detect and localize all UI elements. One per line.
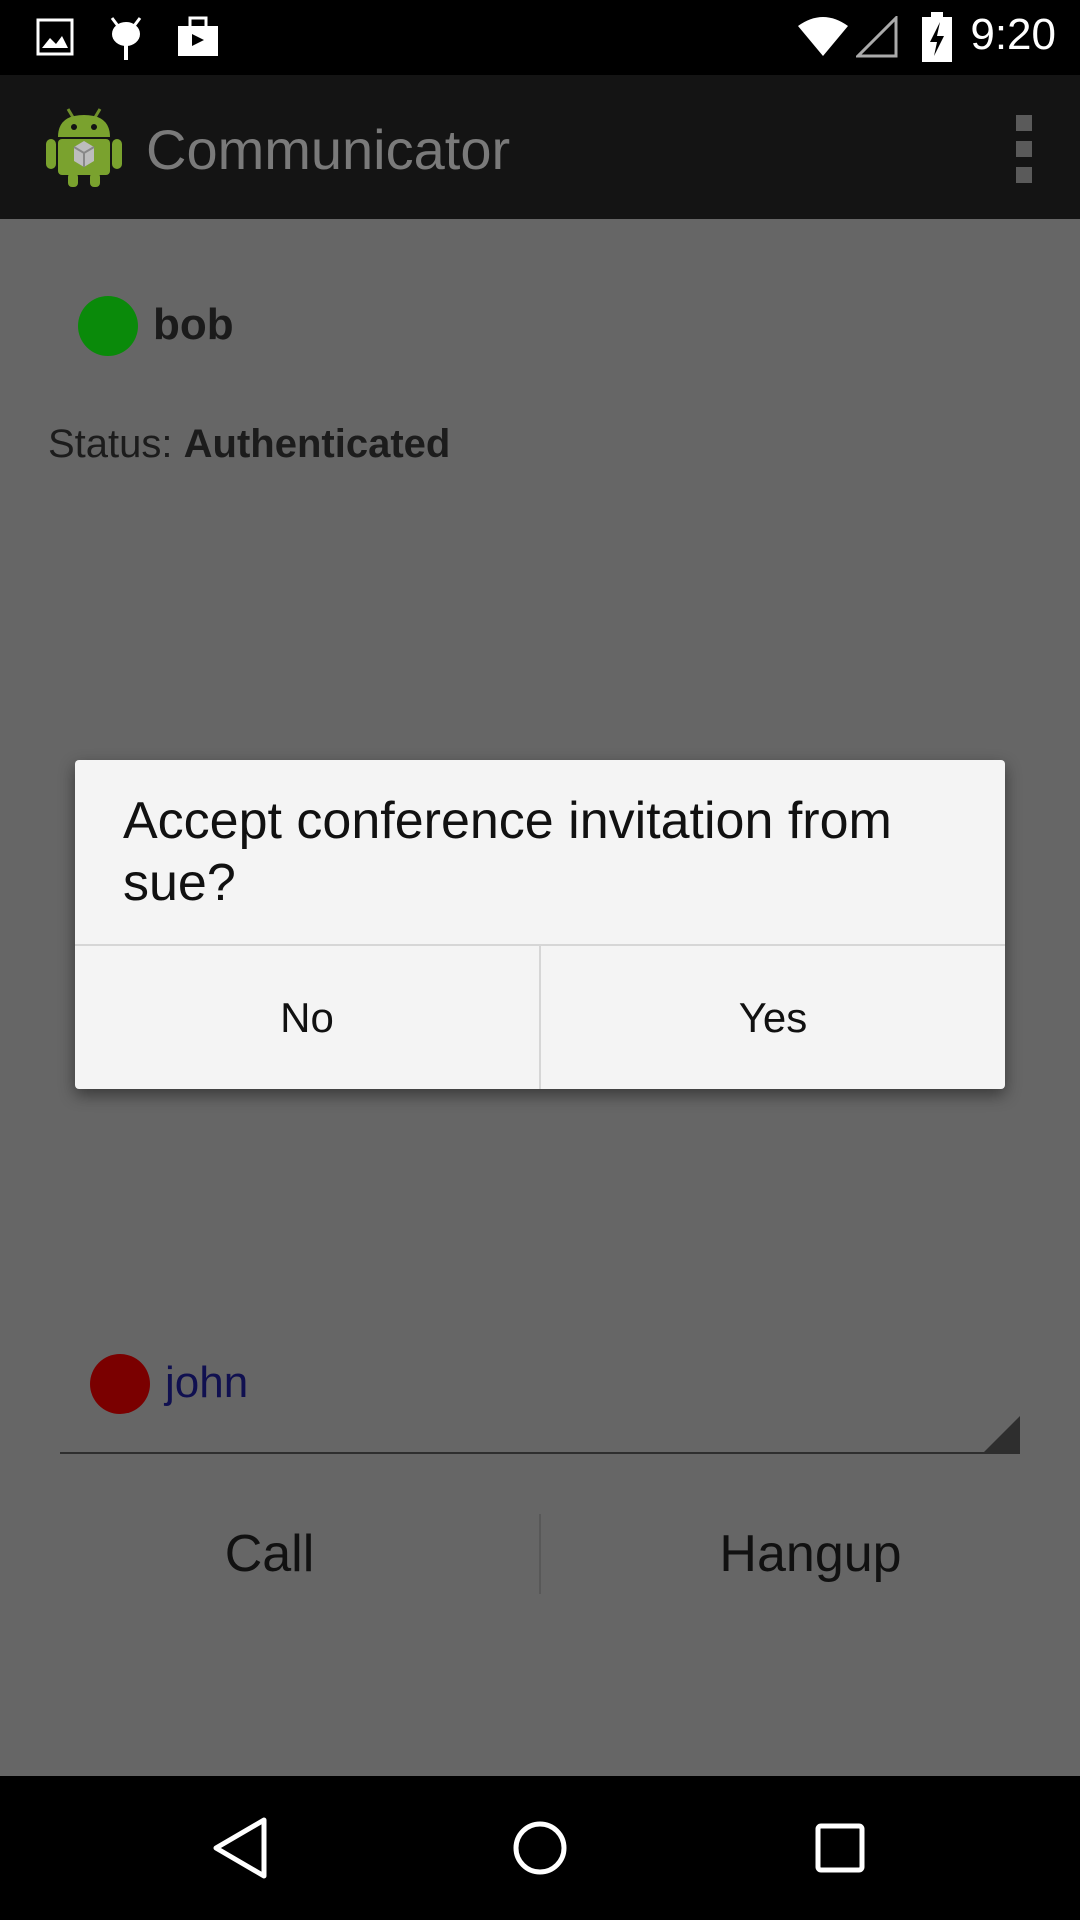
cell-signal-icon xyxy=(854,14,898,63)
hangup-button[interactable]: Hangup xyxy=(541,1504,1080,1604)
clock: 9:20 xyxy=(970,10,1056,59)
wifi-icon xyxy=(796,16,850,63)
battery-charging-icon xyxy=(922,12,952,67)
selected-contact: john xyxy=(165,1358,249,1407)
spinner-underline xyxy=(60,1452,1020,1454)
yes-button[interactable]: Yes xyxy=(541,946,1005,1089)
status-value: Authenticated xyxy=(183,422,451,466)
invitation-dialog: Accept conference invitation from sue? N… xyxy=(75,760,1005,1089)
recents-icon[interactable] xyxy=(804,1812,876,1884)
navigation-bar xyxy=(0,1776,1080,1920)
app-title: Communicator xyxy=(146,118,511,181)
back-icon[interactable] xyxy=(204,1812,276,1884)
call-actions: Call Hangup xyxy=(0,1504,1080,1604)
image-icon xyxy=(36,18,74,61)
overflow-menu-icon[interactable] xyxy=(1012,115,1036,183)
contact-spinner[interactable]: john xyxy=(90,1354,990,1414)
action-bar: Communicator xyxy=(0,75,1080,219)
android-debug-icon xyxy=(106,14,146,67)
account-name: bob xyxy=(153,300,234,349)
home-icon[interactable] xyxy=(504,1812,576,1884)
spinner-arrow-icon[interactable] xyxy=(982,1416,1020,1454)
presence-online-icon xyxy=(78,296,138,356)
presence-busy-icon xyxy=(90,1354,150,1414)
call-button[interactable]: Call xyxy=(0,1504,539,1604)
no-button[interactable]: No xyxy=(75,946,539,1089)
status-bar: 9:20 xyxy=(0,0,1080,75)
status-label: Status: xyxy=(48,422,173,466)
briefcase-icon xyxy=(176,16,220,63)
dialog-message: Accept conference invitation from sue? xyxy=(123,792,892,912)
android-robot-icon[interactable] xyxy=(46,103,122,192)
status-line: Status: Authenticated xyxy=(48,422,450,467)
